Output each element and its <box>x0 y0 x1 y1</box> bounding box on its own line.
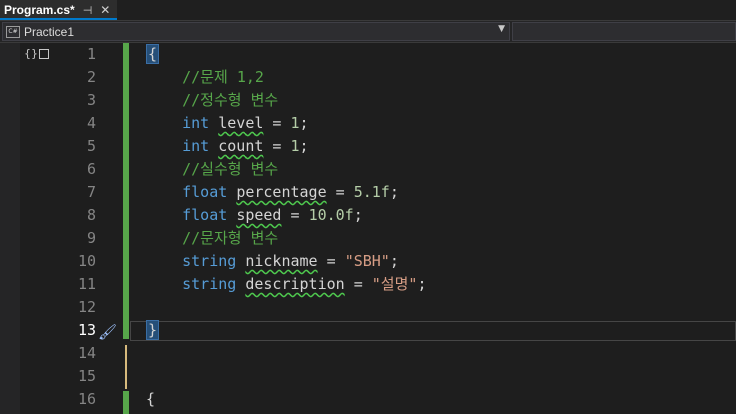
semicolon: ; <box>353 206 363 224</box>
code-line[interactable]: 8 float speed = 10.0f; <box>0 204 736 227</box>
operator: = <box>263 137 291 155</box>
csharp-project-icon: C# <box>6 25 20 38</box>
line-number-active: 13 <box>77 321 96 339</box>
semicolon: ; <box>299 137 309 155</box>
type-keyword: float <box>182 206 228 224</box>
comment: //문제 1,2 <box>182 68 264 86</box>
line-number: 8 <box>86 206 96 224</box>
brace: { <box>146 390 156 408</box>
operator: = <box>263 114 291 132</box>
operator: = <box>326 183 354 201</box>
semicolon: ; <box>389 252 399 270</box>
close-icon[interactable]: ✕ <box>100 3 110 17</box>
line-number: 7 <box>86 183 96 201</box>
code-line[interactable]: 14 <box>0 342 736 365</box>
document-tab-bar: Program.cs* ⊣ ✕ <box>0 0 736 21</box>
code-line[interactable]: 12 <box>0 296 736 319</box>
comment: //정수형 변수 <box>182 91 279 109</box>
number-literal: 1 <box>290 137 300 155</box>
code-line[interactable]: 5 int count = 1; <box>0 135 736 158</box>
code-line[interactable]: 15 <box>0 365 736 388</box>
line-number: 10 <box>77 252 96 270</box>
number-literal: 10.0f <box>308 206 354 224</box>
variable-name: description <box>245 275 345 293</box>
type-keyword: string <box>182 252 237 270</box>
line-number: 4 <box>86 114 96 132</box>
string-literal: "설명" <box>371 275 418 293</box>
code-line[interactable]: 16 { <box>0 388 736 411</box>
variable-name: percentage <box>236 183 327 201</box>
operator: = <box>281 206 309 224</box>
type-keyword: int <box>182 114 210 132</box>
line-number: 12 <box>77 298 96 316</box>
project-label: Practice1 <box>24 24 75 39</box>
type-keyword: int <box>182 137 210 155</box>
comment: //문자형 변수 <box>182 229 279 247</box>
line-number: 6 <box>86 160 96 178</box>
chevron-down-icon[interactable]: ▼ <box>498 24 505 34</box>
code-line[interactable]: 7 float percentage = 5.1f; <box>0 181 736 204</box>
project-dropdown[interactable]: C# Practice1 ▼ <box>2 22 510 41</box>
code-line[interactable]: 2 //문제 1,2 <box>0 66 736 89</box>
line-number: 11 <box>77 275 96 293</box>
tab-title: Program.cs* <box>4 3 75 17</box>
brace-highlight: { <box>146 44 160 64</box>
line-number: 9 <box>86 229 96 247</box>
operator: = <box>344 275 372 293</box>
code-line[interactable]: 11 string description = "설명"; <box>0 273 736 296</box>
variable-name: level <box>218 114 264 132</box>
line-number: 5 <box>86 137 96 155</box>
code-line[interactable]: 4 int level = 1; <box>0 112 736 135</box>
code-line[interactable]: 3 //정수형 변수 <box>0 89 736 112</box>
semicolon: ; <box>417 275 427 293</box>
pin-icon[interactable]: ⊣ <box>83 4 93 17</box>
member-dropdown[interactable] <box>512 22 736 41</box>
number-literal: 1 <box>290 114 300 132</box>
tab-program-cs[interactable]: Program.cs* ⊣ ✕ <box>0 0 117 20</box>
variable-name: count <box>218 137 264 155</box>
code-line[interactable]: 1 { <box>0 43 736 66</box>
code-editor[interactable]: {} 🖌 1 { 2 //문제 1,2 3 //정수형 변수 4 int lev… <box>0 43 736 414</box>
semicolon: ; <box>389 183 399 201</box>
variable-name: nickname <box>245 252 318 270</box>
line-number: 2 <box>86 68 96 86</box>
brace-highlight: } <box>146 320 160 340</box>
code-line[interactable]: 9 //문자형 변수 <box>0 227 736 250</box>
semicolon: ; <box>299 114 309 132</box>
code-line[interactable]: 6 //실수형 변수 <box>0 158 736 181</box>
number-literal: 5.1f <box>353 183 390 201</box>
code-line-current[interactable]: 13 } <box>0 319 736 342</box>
comment: //실수형 변수 <box>182 160 279 178</box>
code-line[interactable]: 10 string nickname = "SBH"; <box>0 250 736 273</box>
type-keyword: float <box>182 183 228 201</box>
line-number: 14 <box>77 344 96 362</box>
line-number: 16 <box>77 390 96 408</box>
type-keyword: string <box>182 275 237 293</box>
line-number: 15 <box>77 367 96 385</box>
operator: = <box>317 252 345 270</box>
navigation-bar: C# Practice1 ▼ <box>0 21 736 43</box>
line-number: 3 <box>86 91 96 109</box>
string-literal: "SBH" <box>344 252 390 270</box>
variable-name: speed <box>236 206 282 224</box>
line-number: 1 <box>86 45 96 63</box>
